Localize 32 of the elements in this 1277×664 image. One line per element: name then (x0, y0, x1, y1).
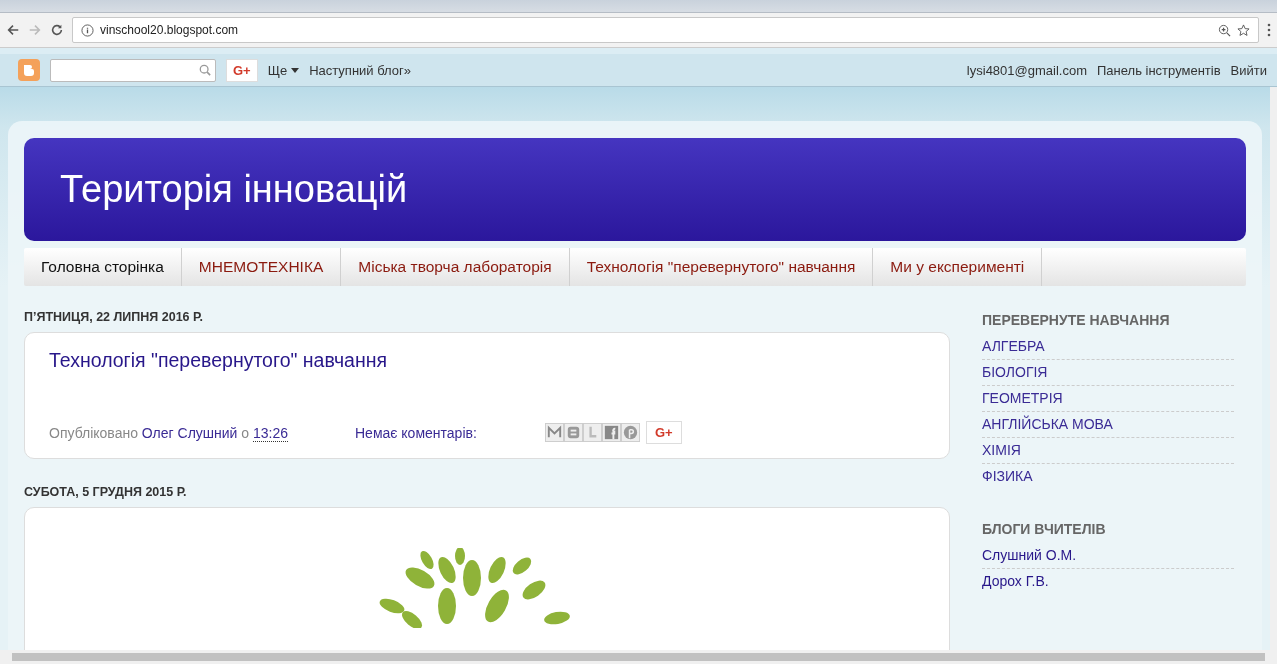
sidebar-link[interactable]: ХІМІЯ (982, 438, 1234, 464)
page-tab[interactable]: Головна сторінка (24, 248, 182, 286)
address-bar[interactable]: vinschool20.blogspot.com (72, 17, 1259, 43)
google-plus-button[interactable]: G+ (226, 58, 258, 82)
sidebar-link[interactable]: ФІЗИКА (982, 464, 1234, 489)
sidebar-link[interactable]: АЛГЕБРА (982, 334, 1234, 360)
page-tab[interactable]: МНЕМОТЕХНІКА (181, 248, 342, 286)
page-tab[interactable]: Міська творча лабораторія (341, 248, 570, 286)
google-plus-share-button[interactable]: G+ (646, 421, 682, 444)
more-menu[interactable]: Ще (267, 62, 300, 78)
author-link[interactable]: Олег Слушний (141, 424, 238, 441)
page-tab[interactable]: Технологія "перевернутого" навчання (569, 248, 874, 286)
post-meta: Опубліковано Олег Слушний о 13:26 (49, 424, 290, 441)
sidebar-link[interactable]: БІОЛОГІЯ (982, 360, 1234, 386)
sidebar-link[interactable]: АНГЛІЙСЬКА МОВА (982, 412, 1234, 438)
dashboard-link[interactable]: Панель інструментів (1097, 62, 1221, 78)
page-tab[interactable]: Ми у експерименті (873, 248, 1043, 286)
url-text: vinschool20.blogspot.com (100, 23, 239, 37)
post-date: СУБОТА, 5 ГРУДНЯ 2015 Р. (24, 485, 188, 501)
sidebar-link[interactable]: Дорох Г.В. (982, 569, 1234, 594)
sidebar-heading: ПЕРЕВЕРНУТЕ НАВЧАННЯ (982, 312, 1171, 328)
account-email[interactable]: lysi4801@gmail.com (966, 62, 1087, 78)
post-title[interactable]: Технологія "перевернутого" навчання (49, 349, 925, 421)
sign-out-link[interactable]: Вийти (1230, 62, 1267, 78)
comments-link[interactable]: Немає коментарів: (355, 424, 545, 441)
post-date: П’ЯТНИЦЯ, 22 ЛИПНЯ 2016 Р. (24, 310, 204, 326)
sidebar-link[interactable]: ГЕОМЕТРІЯ (982, 386, 1234, 412)
next-blog-link[interactable]: Наступний блог» (309, 62, 411, 78)
sidebar-heading: БЛОГИ ВЧИТЕЛІВ (982, 521, 1107, 537)
blog-title[interactable]: Територія інновацій (60, 168, 408, 211)
time-link[interactable]: 13:26 (253, 424, 289, 442)
sidebar-link[interactable]: Слушний О.М. (982, 543, 1234, 569)
